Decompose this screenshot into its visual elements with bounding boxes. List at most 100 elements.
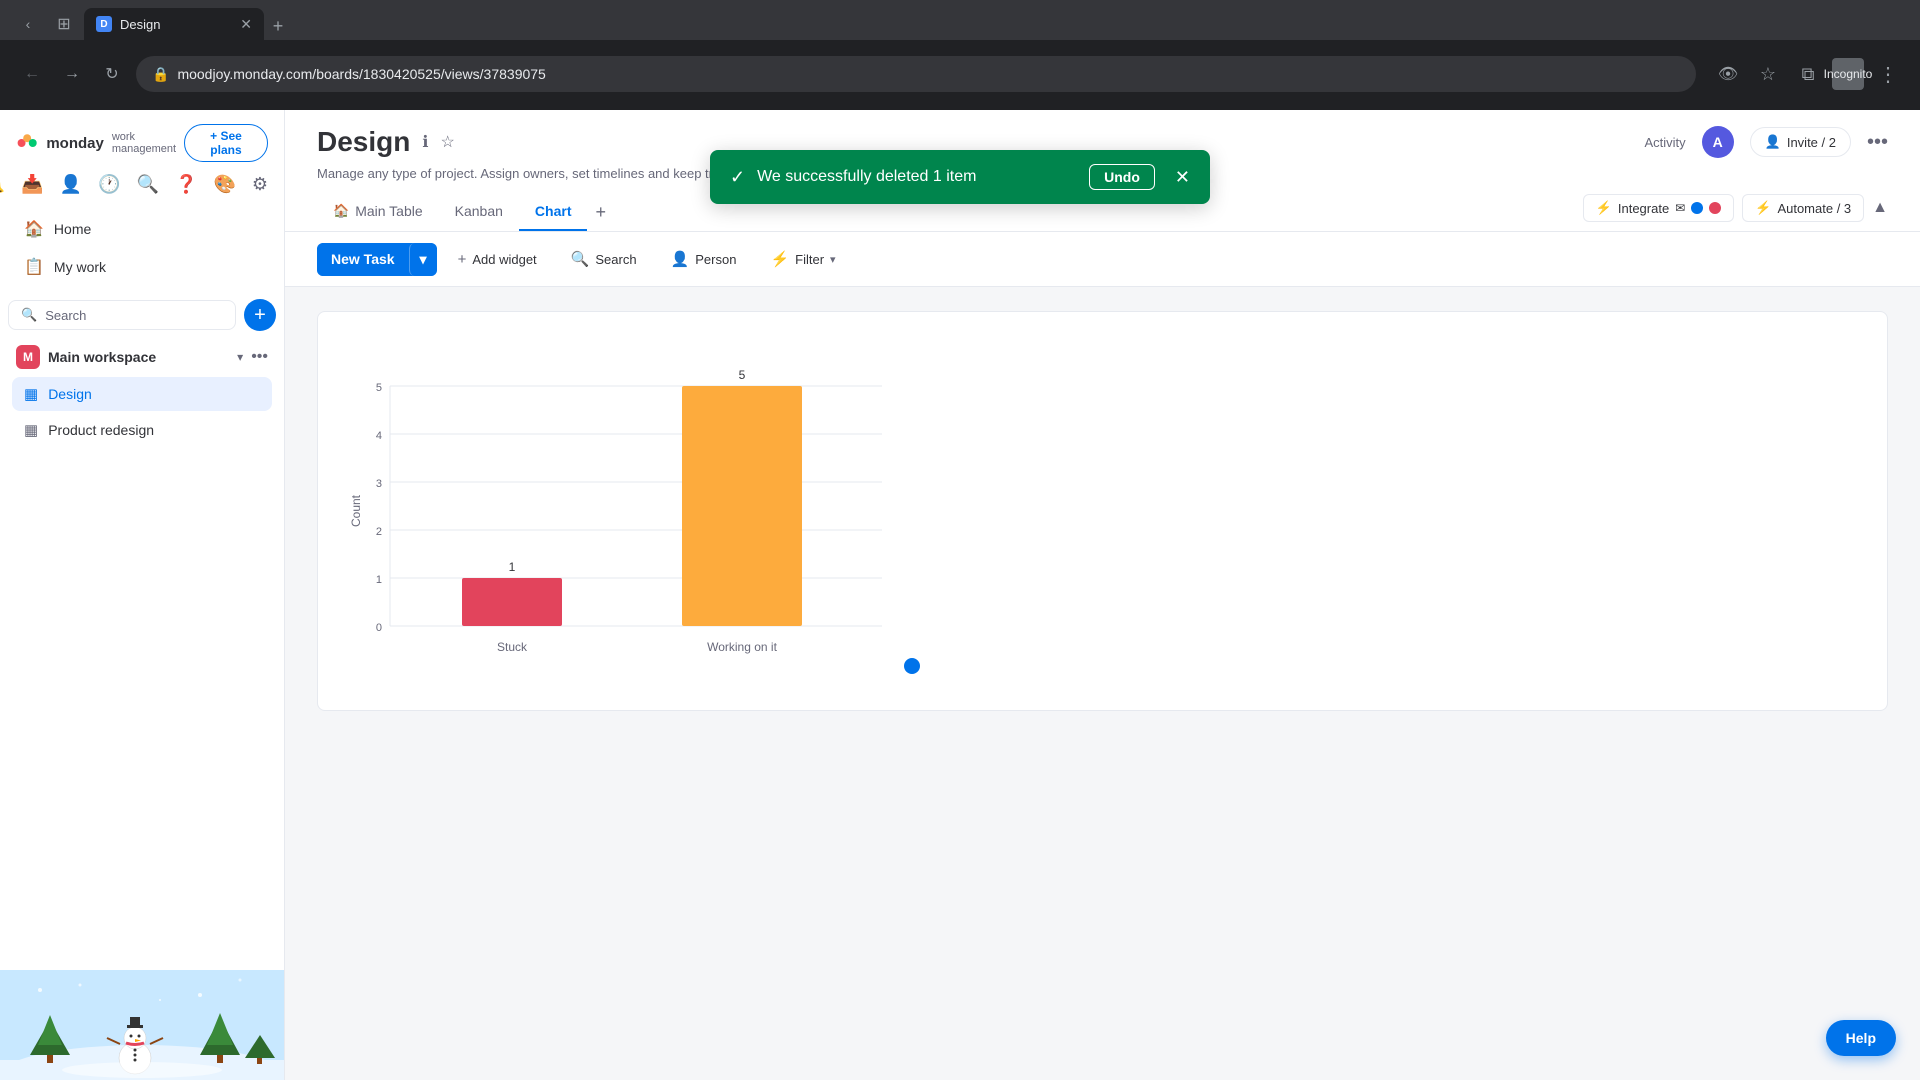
board-icon-design: ▦ (24, 385, 38, 403)
add-tab-btn[interactable]: + (587, 194, 614, 231)
search-btn[interactable]: 🔍 Search (558, 242, 650, 276)
logo-area: monday work management (16, 129, 184, 157)
address-bar[interactable]: 🔒 moodjoy.monday.com/boards/1830420525/v… (136, 56, 1696, 92)
lock-icon: 🔒 (152, 66, 169, 83)
add-board-btn[interactable]: + (244, 299, 276, 331)
search-toolbar-icon: 🔍 (571, 250, 590, 268)
info-icon[interactable]: ℹ (422, 132, 428, 152)
search-top-icon[interactable]: 🔍 (137, 174, 159, 195)
tab-chart-label: Chart (535, 203, 572, 219)
add-widget-label: Add widget (472, 252, 536, 267)
board-toolbar: New Task ▾ + Add widget 🔍 Search 👤 Perso… (285, 232, 1920, 287)
help-top-icon[interactable]: ❓ (175, 174, 197, 195)
workspace-icon: M (16, 345, 40, 369)
filter-chevron-icon: ▾ (830, 253, 836, 266)
toast-undo-btn[interactable]: Undo (1089, 164, 1155, 190)
new-tab-btn[interactable]: + (264, 12, 292, 40)
toast-container: ✓ We successfully deleted 1 item Undo ✕ (710, 150, 1210, 204)
forward-btn[interactable]: → (56, 58, 88, 90)
my-work-label: My work (54, 259, 106, 275)
workspace-name: Main workspace (48, 349, 229, 365)
tab-main-table[interactable]: 🏠 Main Table (317, 193, 439, 231)
search-row: 🔍 Search + (0, 295, 284, 335)
working-on-it-bar (682, 386, 802, 626)
menu-btn[interactable]: ⋮ (1872, 58, 1904, 90)
chart-svg: Count 0 1 2 3 4 (342, 336, 942, 676)
browser-tab[interactable]: D Design ✕ (84, 8, 264, 40)
toast: ✓ We successfully deleted 1 item Undo ✕ (710, 150, 1210, 204)
collapse-view-btn[interactable]: ▲ (1872, 199, 1888, 217)
board-icon-product: ▦ (24, 421, 38, 439)
chart-container: Count 0 1 2 3 4 (285, 287, 1920, 1080)
incognito-label: Incognito (1832, 58, 1864, 90)
svg-text:0: 0 (376, 622, 382, 634)
tab-chart[interactable]: Chart (519, 193, 588, 231)
palette-icon[interactable]: 🎨 (213, 174, 235, 195)
add-widget-icon: + (458, 251, 467, 268)
home-nav-item[interactable]: 🏠 Home (12, 211, 272, 247)
sidebar-nav: 🏠 Home 📋 My work (0, 203, 284, 295)
person-btn[interactable]: 👤 Person (658, 242, 750, 276)
sidebar-item-design[interactable]: ▦ Design (12, 377, 272, 411)
chart-wrapper: Count 0 1 2 3 4 (317, 311, 1888, 711)
winter-scene (0, 970, 284, 1080)
star-board-icon[interactable]: ☆ (440, 132, 454, 152)
svg-text:Working on it: Working on it (707, 640, 777, 654)
settings-icon[interactable]: ⚙ (252, 174, 268, 195)
inbox-icon[interactable]: 📥 (21, 174, 43, 195)
new-task-btn[interactable]: New Task (317, 243, 409, 276)
tab-kanban[interactable]: Kanban (439, 193, 519, 231)
split-screen-icon[interactable]: ⧉ (1792, 58, 1824, 90)
y-axis-label: Count (349, 494, 363, 527)
tab-favicon: D (96, 16, 112, 32)
automate-icon: ⚡ (1755, 200, 1771, 216)
eye-off-icon[interactable]: 👁 (1712, 58, 1744, 90)
bell-icon[interactable]: 🔔 (0, 174, 5, 195)
tab-kanban-label: Kanban (455, 203, 503, 219)
svg-text:Stuck: Stuck (497, 640, 528, 654)
person-add-icon[interactable]: 👤 (60, 174, 82, 195)
back-btn[interactable]: ← (16, 58, 48, 90)
gmail-icon: ✉ (1675, 201, 1685, 215)
person-icon: 👤 (671, 250, 690, 268)
avatar: A (1702, 126, 1734, 158)
integrate-btn[interactable]: ⚡ Integrate ✉ (1583, 194, 1735, 222)
person-label: Person (695, 252, 736, 267)
home-label: Home (54, 221, 91, 237)
workspace-chevron-icon: ▾ (237, 350, 243, 364)
toast-check-icon: ✓ (730, 167, 745, 188)
help-btn[interactable]: Help (1826, 1020, 1896, 1056)
monday-logo-icon (16, 129, 38, 157)
search-label: Search (595, 252, 636, 267)
board-more-btn[interactable]: ••• (1867, 131, 1888, 154)
see-plans-btn[interactable]: + See plans (184, 124, 268, 162)
my-work-nav-item[interactable]: 📋 My work (12, 249, 272, 285)
tab-right-actions: ⚡ Integrate ✉ ⚡ Automate / 3 ▲ (1583, 194, 1888, 230)
toast-close-btn[interactable]: ✕ (1175, 167, 1190, 188)
filter-btn[interactable]: ⚡ Filter ▾ (757, 242, 848, 276)
add-widget-btn[interactable]: + Add widget (445, 243, 550, 276)
workspace-header[interactable]: M Main workspace ▾ ••• (0, 335, 284, 373)
star-icon[interactable]: ☆ (1752, 58, 1784, 90)
clock-icon[interactable]: 🕐 (98, 174, 120, 195)
sidebar-item-product-redesign[interactable]: ▦ Product redesign (12, 413, 272, 447)
new-task-dropdown-btn[interactable]: ▾ (409, 243, 437, 276)
winter-illustration (0, 970, 284, 1080)
invite-btn[interactable]: 👤 Invite / 2 (1750, 127, 1851, 157)
search-icon: 🔍 (21, 307, 37, 323)
sidebar-search-box[interactable]: 🔍 Search (8, 300, 236, 330)
apps-grid-btn[interactable]: ⊞ (48, 8, 80, 40)
reload-btn[interactable]: ↻ (96, 58, 128, 90)
back-browser-btn[interactable]: ‹ (12, 8, 44, 40)
main-content: ✓ We successfully deleted 1 item Undo ✕ … (285, 110, 1920, 1080)
board-title: Design (317, 126, 410, 158)
workspace-more-icon[interactable]: ••• (251, 348, 268, 366)
activity-btn[interactable]: Activity (1644, 135, 1685, 150)
board-actions-right: Activity A 👤 Invite / 2 ••• (1644, 126, 1888, 158)
tab-main-table-label: Main Table (355, 203, 422, 219)
svg-text:3: 3 (376, 478, 382, 490)
automate-btn[interactable]: ⚡ Automate / 3 (1742, 194, 1864, 222)
sidebar: monday work management + See plans 🔔 📥 👤… (0, 110, 285, 1080)
svg-text:5: 5 (739, 368, 746, 382)
tab-close-btn[interactable]: ✕ (240, 16, 252, 33)
